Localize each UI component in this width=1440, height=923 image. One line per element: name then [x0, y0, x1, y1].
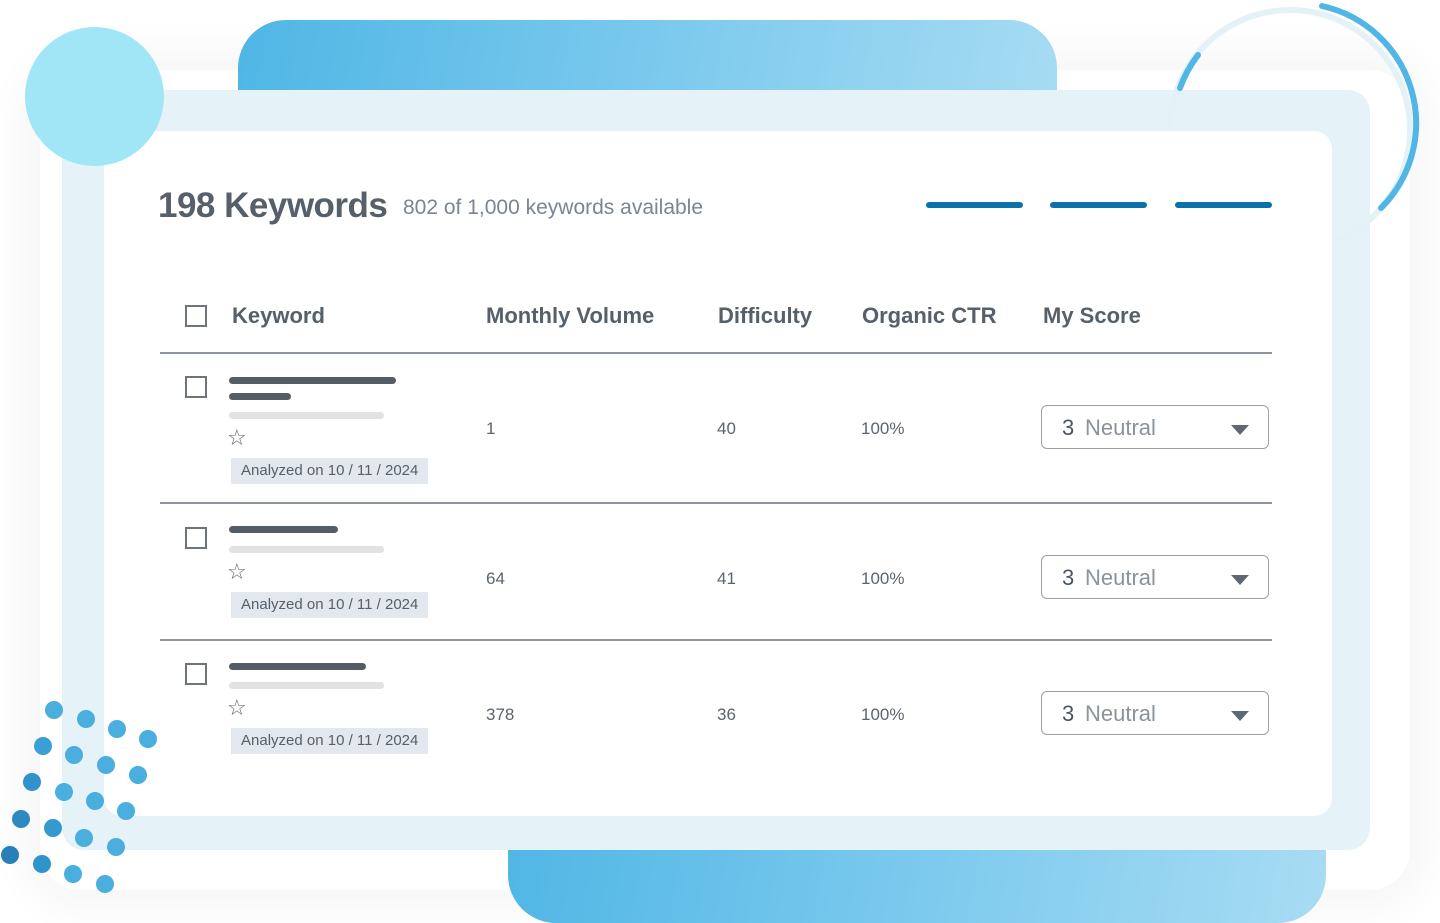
- score-number: 3: [1062, 415, 1075, 440]
- row-checkbox[interactable]: [185, 376, 207, 398]
- caret-down-icon: [1231, 711, 1249, 721]
- score-select[interactable]: 3 Neutral: [1041, 691, 1269, 735]
- keywords-available: 802 of 1,000 keywords available: [403, 196, 704, 219]
- decor-dots: [1, 701, 157, 893]
- keyword-text-placeholder: [229, 377, 396, 384]
- star-icon[interactable]: ☆: [227, 427, 247, 449]
- score-label: Neutral: [1085, 565, 1156, 590]
- score-label: Neutral: [1085, 415, 1156, 440]
- header-placeholder-bar: [926, 202, 1023, 208]
- organic-ctr-value: 100%: [861, 569, 905, 588]
- keyword-text-placeholder: [229, 663, 366, 670]
- score-select[interactable]: 3 Neutral: [1041, 555, 1269, 599]
- row-divider: [160, 639, 1272, 641]
- column-header-organic-ctr[interactable]: Organic CTR: [862, 303, 996, 329]
- organic-ctr-value: 100%: [861, 419, 905, 438]
- analyzed-date-badge: Analyzed on 10 / 11 / 2024: [231, 458, 429, 484]
- keyword-subtext-placeholder: [229, 546, 384, 553]
- caret-down-icon: [1231, 575, 1249, 585]
- page-title: 198 Keywords: [158, 186, 388, 225]
- decor-circle: [25, 27, 164, 166]
- keyword-text-placeholder: [229, 393, 291, 400]
- keyword-subtext-placeholder: [229, 682, 384, 689]
- analyzed-date-badge: Analyzed on 10 / 11 / 2024: [231, 728, 429, 754]
- column-header-keyword[interactable]: Keyword: [232, 303, 325, 329]
- keyword-subtext-placeholder: [229, 412, 384, 419]
- keyword-text-placeholder: [229, 526, 338, 533]
- column-header-difficulty[interactable]: Difficulty: [718, 303, 812, 329]
- monthly-volume-value: 378: [486, 705, 515, 724]
- row-checkbox[interactable]: [185, 527, 207, 549]
- score-number: 3: [1062, 565, 1075, 590]
- difficulty-value: 40: [717, 419, 736, 438]
- difficulty-value: 36: [717, 705, 736, 724]
- column-header-monthly-volume[interactable]: Monthly Volume: [486, 303, 654, 329]
- row-checkbox[interactable]: [185, 663, 207, 685]
- header-placeholder-bar: [1050, 202, 1147, 208]
- organic-ctr-value: 100%: [861, 705, 905, 724]
- select-all-checkbox[interactable]: [185, 305, 207, 327]
- score-label: Neutral: [1085, 701, 1156, 726]
- header-divider: [160, 352, 1272, 354]
- header-placeholder-bar: [1175, 202, 1272, 208]
- analyzed-date-badge: Analyzed on 10 / 11 / 2024: [231, 592, 429, 618]
- difficulty-value: 41: [717, 569, 736, 588]
- column-header-my-score[interactable]: My Score: [1043, 303, 1141, 329]
- row-divider: [160, 502, 1272, 504]
- star-icon[interactable]: ☆: [227, 561, 247, 583]
- monthly-volume-value: 1: [486, 419, 496, 438]
- score-select[interactable]: 3 Neutral: [1041, 405, 1269, 449]
- star-icon[interactable]: ☆: [227, 697, 247, 719]
- score-number: 3: [1062, 701, 1075, 726]
- caret-down-icon: [1231, 425, 1249, 435]
- monthly-volume-value: 64: [486, 569, 505, 588]
